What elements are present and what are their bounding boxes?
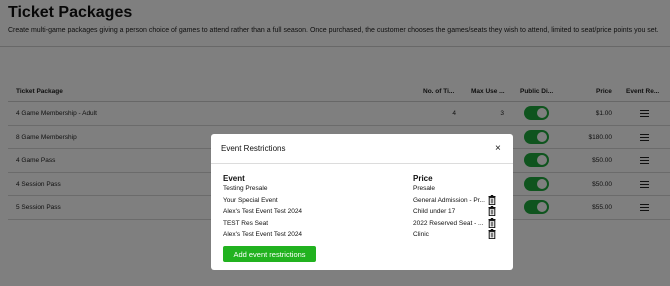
trash-icon[interactable] bbox=[488, 194, 496, 205]
modal-title: Event Restrictions bbox=[221, 144, 286, 153]
restriction-event: Testing Presale bbox=[223, 185, 268, 192]
restriction-price: Child under 17 bbox=[413, 208, 456, 216]
restriction-event: Alex's Test Event Test 2024 bbox=[223, 231, 303, 239]
restriction-row: TEST Res Seat 2022 Reserved Seat - ... bbox=[211, 217, 513, 231]
trash-icon[interactable] bbox=[488, 217, 496, 228]
restriction-price: Presale bbox=[413, 185, 436, 192]
restriction-event: Your Special Event bbox=[223, 196, 278, 204]
price-column-header: Price bbox=[413, 174, 433, 183]
modal-divider bbox=[211, 163, 513, 164]
add-event-restrictions-button[interactable]: Add event restrictions bbox=[223, 246, 316, 262]
event-column-header: Event bbox=[223, 174, 245, 183]
trash-icon[interactable] bbox=[488, 206, 496, 217]
restriction-row: Alex's Test Event Test 2024 Clinic bbox=[211, 229, 513, 242]
restriction-row: Testing Presale Presale bbox=[211, 185, 513, 196]
restriction-price: General Admission - Pr... bbox=[413, 196, 485, 204]
restriction-row: Your Special Event General Admission - Pr… bbox=[211, 194, 513, 208]
restriction-price: 2022 Reserved Seat - ... bbox=[413, 219, 484, 227]
restriction-price: Clinic bbox=[413, 231, 429, 239]
event-restrictions-modal: Event Restrictions × Event Price Testing… bbox=[211, 134, 513, 270]
restriction-event: TEST Res Seat bbox=[223, 219, 269, 227]
restriction-event: Alex's Test Event Test 2024 bbox=[223, 208, 303, 216]
trash-icon[interactable] bbox=[488, 229, 496, 240]
close-icon[interactable]: × bbox=[495, 144, 501, 154]
restriction-row: Alex's Test Event Test 2024 Child under 1… bbox=[211, 206, 513, 219]
